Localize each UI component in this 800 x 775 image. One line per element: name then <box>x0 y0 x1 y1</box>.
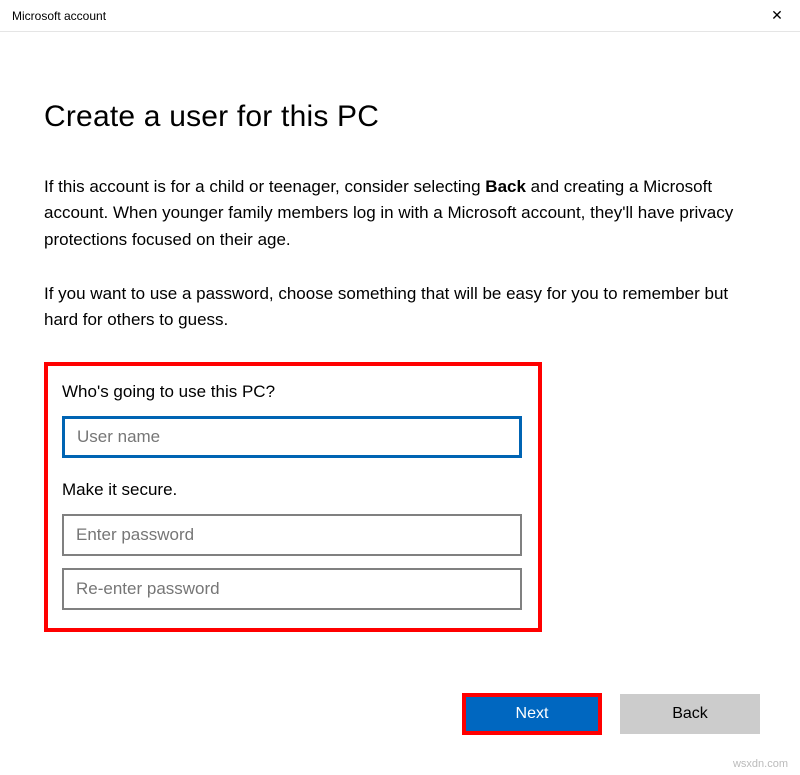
intro-paragraph: If this account is for a child or teenag… <box>44 174 756 253</box>
close-icon: ✕ <box>771 7 783 24</box>
password-hint-paragraph: If you want to use a password, choose so… <box>44 281 756 334</box>
username-input[interactable] <box>62 416 522 458</box>
back-button[interactable]: Back <box>620 694 760 734</box>
titlebar: Microsoft account ✕ <box>0 0 800 32</box>
close-button[interactable]: ✕ <box>754 0 800 32</box>
intro-text-pre: If this account is for a child or teenag… <box>44 177 485 196</box>
back-button-label: Back <box>672 705 708 723</box>
next-button[interactable]: Next <box>462 693 602 735</box>
who-label: Who's going to use this PC? <box>62 382 524 402</box>
window-title: Microsoft account <box>12 9 106 23</box>
password-input[interactable] <box>62 514 522 556</box>
secure-label: Make it secure. <box>62 480 524 500</box>
intro-text-bold: Back <box>485 177 526 196</box>
content-area: Create a user for this PC If this accoun… <box>0 32 800 632</box>
confirm-password-input[interactable] <box>62 568 522 610</box>
form-highlight-box: Who's going to use this PC? Make it secu… <box>44 362 542 632</box>
button-row: Next Back <box>462 693 760 735</box>
page-heading: Create a user for this PC <box>44 100 756 134</box>
watermark: wsxdn.com <box>733 758 788 770</box>
next-button-label: Next <box>516 705 549 723</box>
